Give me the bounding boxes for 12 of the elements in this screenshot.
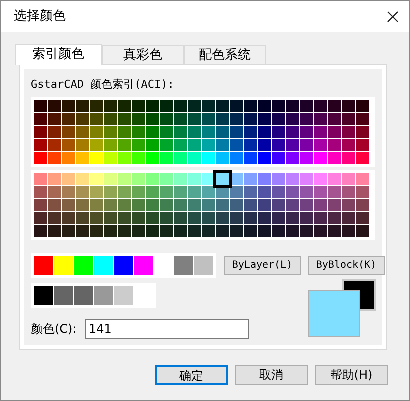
tab[interactable]: 配色系统 [184, 45, 266, 64]
tab[interactable]: 真彩色 [102, 45, 184, 64]
color-input-field[interactable]: 141 [85, 318, 249, 338]
tab[interactable]: 索引颜色 [15, 44, 102, 65]
dialog-button[interactable]: 确定 [155, 365, 228, 385]
window-title: 选择颜色 [14, 8, 66, 26]
dialog-button[interactable]: 帮助(H) [315, 365, 388, 385]
layer-button[interactable]: ByLayer(L) [224, 256, 301, 274]
palette-label: GstarCAD 颜色索引(ACI): [31, 77, 176, 93]
color-field-label: 颜色(C): [31, 320, 78, 338]
dialog-button[interactable]: 取消 [235, 365, 308, 385]
layer-button[interactable]: ByBlock(K) [308, 256, 385, 274]
